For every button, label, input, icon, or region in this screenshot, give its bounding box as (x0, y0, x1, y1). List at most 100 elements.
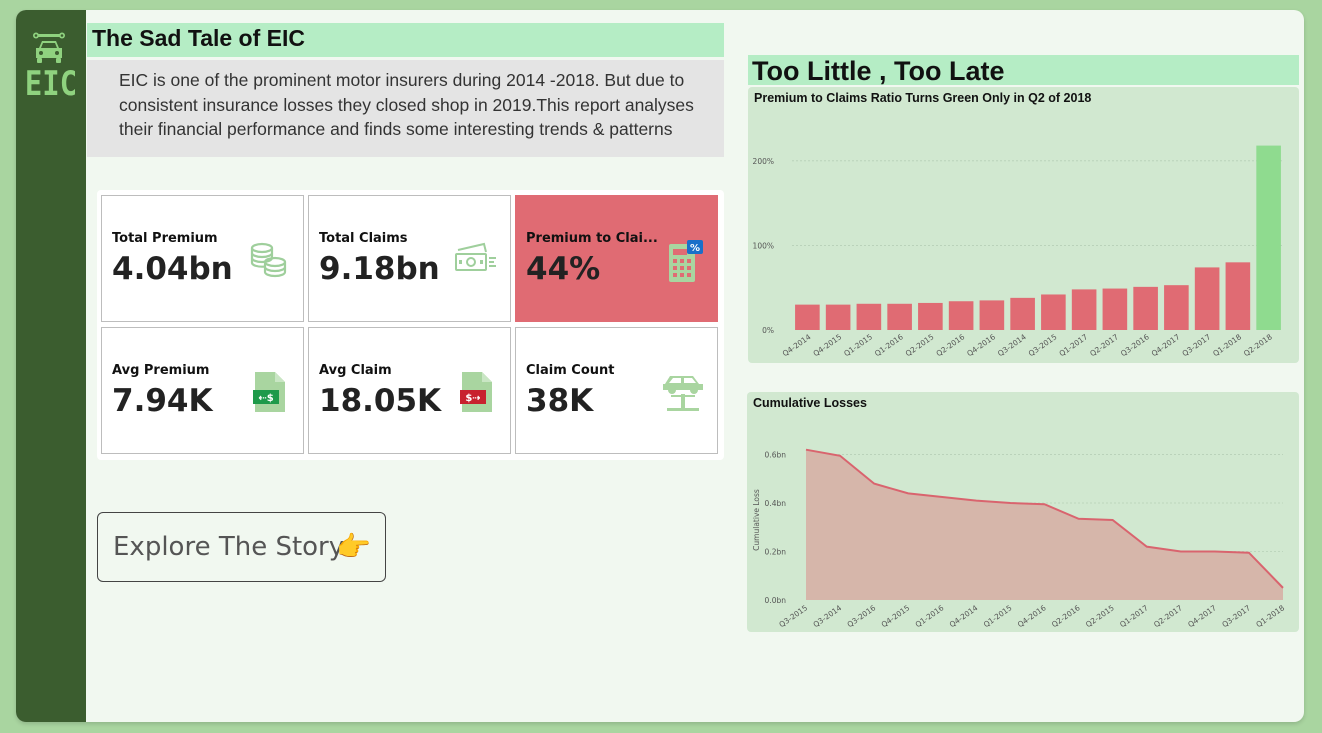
x-tick-label: Q4-2014 (948, 603, 980, 629)
kpi-label: Premium to Clai... (526, 231, 658, 246)
premium-claims-ratio-chart: Premium to Claims Ratio Turns Green Only… (748, 87, 1299, 363)
bar (1164, 285, 1189, 330)
section-title: Too Little , Too Late (752, 56, 1005, 86)
kpi-label: Claim Count (526, 363, 615, 378)
kpi-card-premium-to-claims[interactable]: Premium to Clai... 44% % (515, 195, 718, 322)
x-tick-label: Q3-2014 (996, 332, 1028, 358)
x-tick-label: Q4-2017 (1150, 332, 1182, 358)
kpi-label: Avg Premium (112, 363, 210, 378)
x-tick-label: Q3-2015 (777, 603, 809, 629)
kpi-value: 4.04bn (112, 251, 233, 287)
cash-bill-icon (455, 242, 496, 271)
x-tick-label: Q2-2017 (1152, 603, 1184, 629)
x-tick-label: Q2-2015 (1084, 603, 1116, 629)
bar (1041, 294, 1066, 330)
kpi-label: Avg Claim (319, 363, 392, 378)
kpi-value: 9.18bn (319, 251, 440, 287)
sidebar: EIC (16, 10, 86, 722)
x-tick-label: Q3-2014 (811, 603, 843, 629)
x-tick-label: Q3-2017 (1181, 332, 1213, 358)
bar (1225, 262, 1251, 330)
x-tick-label: Q4-2014 (781, 332, 813, 358)
document-dollar-in-icon: ⇠$ (253, 372, 285, 412)
pointing-hand-icon: 👉 (336, 530, 371, 563)
bar (948, 301, 974, 330)
page-title-bar: The Sad Tale of EIC (87, 23, 724, 57)
bar (795, 304, 820, 330)
bar (918, 302, 943, 330)
kpi-label: Total Claims (319, 231, 408, 246)
car-lift-icon (663, 376, 703, 411)
kpi-value: 44% (526, 251, 601, 287)
intro-text: EIC is one of the prominent motor insure… (119, 70, 694, 139)
y-tick-label: 0.6bn (765, 451, 787, 460)
explore-story-button[interactable]: Explore The Story 👉 (97, 512, 386, 582)
x-tick-label: Q2-2018 (1242, 332, 1274, 358)
x-tick-label: Q2-2015 (904, 332, 936, 358)
y-tick-label: 0.0bn (765, 596, 787, 605)
x-tick-label: Q1-2016 (873, 332, 905, 358)
report-canvas: EIC The Sad Tale of EIC EIC is one of th… (16, 10, 1304, 722)
bar (856, 303, 882, 330)
bar (1010, 297, 1035, 330)
kpi-label: Total Premium (112, 231, 218, 246)
page-title: The Sad Tale of EIC (92, 25, 305, 51)
bar (979, 300, 1005, 330)
car-wrench-icon (33, 32, 65, 63)
kpi-value: 18.05K (319, 383, 442, 419)
kpi-grid: Total Premium 4.04bn Total Claims 9.18bn (97, 190, 724, 460)
y-tick-label: 0% (762, 326, 774, 335)
x-tick-label: Q3-2015 (1027, 332, 1059, 358)
x-tick-label: Q2-2016 (1050, 603, 1082, 629)
x-tick-label: Q4-2016 (1016, 603, 1048, 629)
kpi-card-avg-claim[interactable]: Avg Claim 18.05K $⇢ (308, 327, 511, 454)
svg-text:⇠$: ⇠$ (258, 393, 273, 404)
bar (1071, 289, 1097, 330)
x-tick-label: Q1-2015 (982, 603, 1014, 629)
kpi-card-total-claims[interactable]: Total Claims 9.18bn (308, 195, 511, 322)
y-tick-label: 0.4bn (765, 499, 787, 508)
x-tick-label: Q3-2016 (846, 603, 878, 629)
x-tick-label: Q3-2016 (1119, 332, 1151, 358)
x-tick-label: Q2-2016 (935, 332, 967, 358)
explore-story-label: Explore The Story (113, 532, 345, 562)
x-tick-label: Q1-2017 (1118, 603, 1150, 629)
kpi-value: 38K (526, 383, 594, 419)
bar (1256, 145, 1281, 330)
x-tick-label: Q1-2017 (1058, 332, 1090, 358)
document-dollar-out-icon: $⇢ (460, 372, 492, 412)
x-tick-label: Q1-2018 (1211, 332, 1243, 358)
kpi-card-claim-count[interactable]: Claim Count 38K (515, 327, 718, 454)
bar (1133, 286, 1158, 330)
x-tick-label: Q4-2015 (880, 603, 912, 629)
x-tick-label: Q1-2016 (914, 603, 946, 629)
bar (1194, 267, 1220, 330)
cumulative-losses-chart: Cumulative Losses 0.0bn 0.2bn 0.4bn 0.6bn Cu… (747, 392, 1299, 632)
section-title-bar: Too Little , Too Late (748, 55, 1299, 86)
y-tick-label: 0.2bn (765, 548, 787, 557)
svg-text:%: % (690, 243, 700, 254)
kpi-card-avg-premium[interactable]: Avg Premium 7.94K ⇠$ (101, 327, 304, 454)
y-axis-label: Cumulative Loss (752, 489, 761, 551)
x-tick-label: Q4-2017 (1186, 603, 1218, 629)
area-chart-svg: 0.0bn 0.2bn 0.4bn 0.6bn Cumulative Loss Q3-20… (752, 448, 1286, 629)
x-tick-label: Q3-2017 (1220, 603, 1252, 629)
bar (887, 303, 912, 330)
calculator-percent-icon: % (669, 240, 703, 282)
coins-icon (250, 242, 287, 278)
kpi-value: 7.94K (112, 383, 213, 419)
logo-text: EIC (24, 64, 78, 104)
intro-panel: EIC is one of the prominent motor insure… (87, 60, 724, 157)
x-tick-label: Q2-2017 (1088, 332, 1120, 358)
x-tick-label: Q1-2018 (1254, 603, 1286, 629)
area-fill (806, 449, 1283, 600)
x-tick-label: Q4-2016 (965, 332, 997, 358)
bar (1102, 288, 1128, 330)
x-tick-label: Q1-2015 (842, 332, 874, 358)
bar (825, 304, 851, 330)
svg-text:$⇢: $⇢ (465, 393, 480, 404)
x-tick-label: Q4-2015 (812, 332, 844, 358)
kpi-card-total-premium[interactable]: Total Premium 4.04bn (101, 195, 304, 322)
y-tick-label: 100% (753, 241, 774, 250)
bar-chart-svg: 0%100%200%Q4-2014Q4-2015Q1-2015Q1-2016Q2… (753, 145, 1284, 358)
